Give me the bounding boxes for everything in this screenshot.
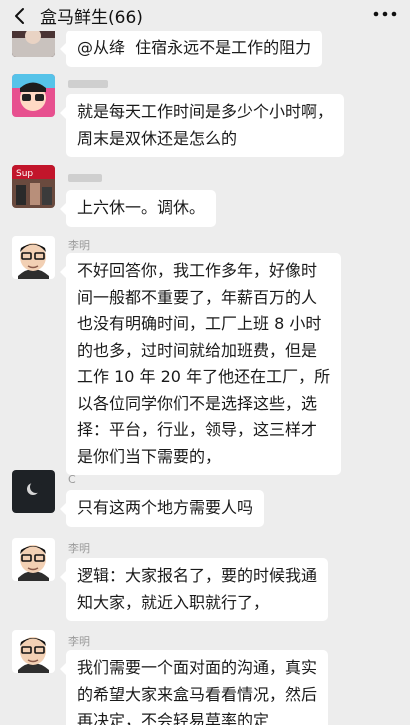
message-bubble[interactable]: 逻辑：大家报名了，要的时候我通 知大家，就近入职就行了， [59,558,329,621]
avatar[interactable] [12,236,55,279]
message-bubble[interactable]: 我们需要一个面对面的沟通，真实 的希望大家来盒马看看情况，然后 再决定，不会轻易… [59,650,329,725]
svg-text:Sup: Sup [16,169,33,179]
avatar[interactable]: Sup [12,165,55,208]
avatar[interactable] [12,538,55,581]
more-options-icon[interactable] [372,10,398,18]
avatar[interactable] [12,630,55,673]
message-bubble[interactable]: @从绛 住宿永远不是工作的阻力 [59,30,323,67]
message-bubble[interactable]: 就是每天工作时间是多少个小时啊， 周末是双休还是怎么的 [59,94,345,157]
message-bubble[interactable]: 不好回答你，我工作多年，好像时 间一般都不重要了，年薪百万的人 也没有明确时间，… [59,253,342,475]
chat-message-list: @从绛 住宿永远不是工作的阻力 就是每天工作时间是多少个小时啊， 周末是双休还是… [0,0,410,725]
sender-name: C [68,473,76,486]
sender-name: 李明 [68,635,90,648]
avatar[interactable] [12,74,55,117]
chat-header: 盒马鲜生(66) [0,0,410,31]
sender-name: 李明 [68,239,90,252]
avatar[interactable] [12,470,55,513]
sender-name-blurred [68,174,102,182]
sender-name-blurred [68,80,108,88]
chat-title: 盒马鲜生(66) [40,8,143,28]
message-bubble[interactable]: 只有这两个地方需要人吗 [59,490,265,527]
back-arrow-icon[interactable] [10,6,30,26]
sender-name: 李明 [68,542,90,555]
message-bubble[interactable]: 上六休一。调休。 [59,190,217,227]
